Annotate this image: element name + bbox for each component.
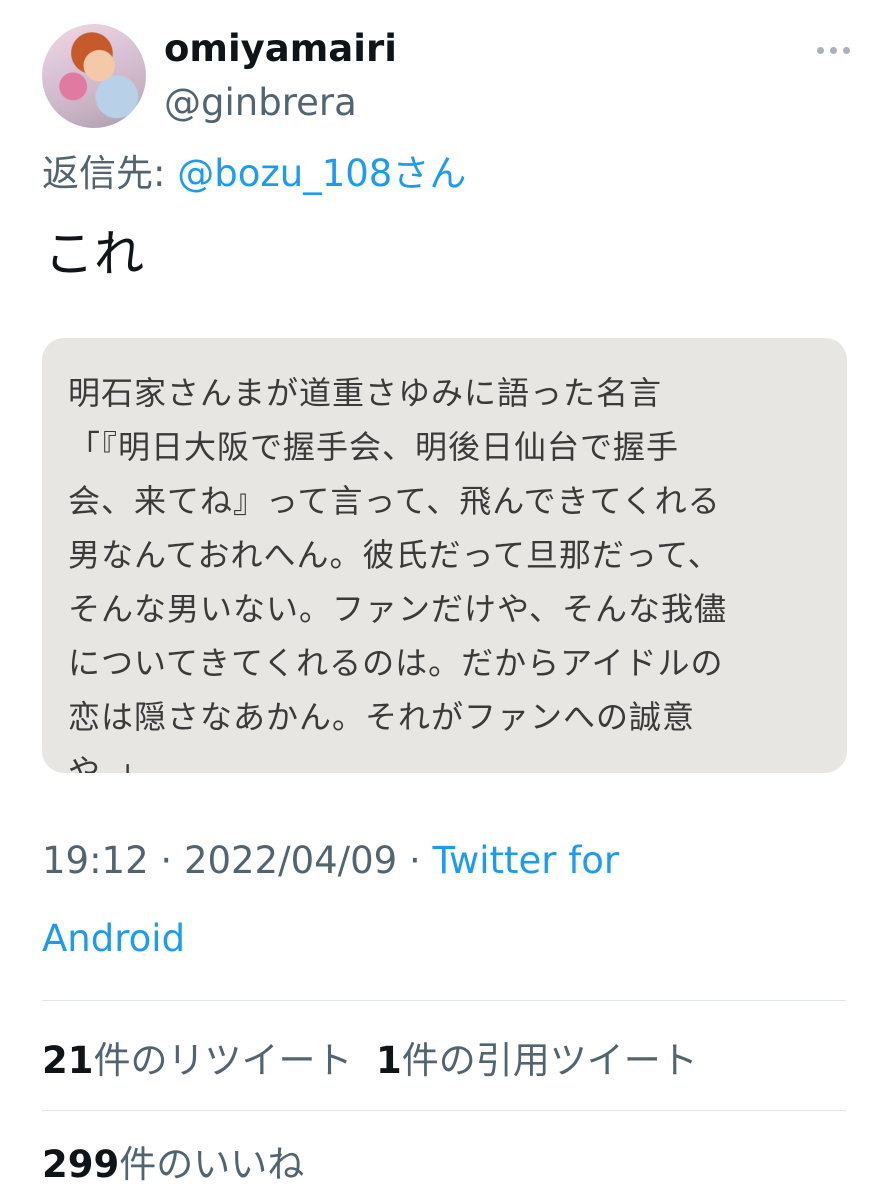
tweet-source-link-cont[interactable]: Android <box>42 914 185 964</box>
retweets-stat[interactable]: 21件のリツイート <box>42 1039 353 1082</box>
divider <box>42 1000 846 1001</box>
retweets-count: 21 <box>42 1039 94 1082</box>
tweet-date[interactable]: 2022/04/09 <box>184 839 397 882</box>
quote-line: 男なんておれへん。彼氏だって旦那だって、 <box>68 536 721 574</box>
more-horizontal-icon[interactable] <box>808 40 858 60</box>
tweet-source-link[interactable]: Twitter for <box>433 839 620 882</box>
meta-separator: · <box>148 839 184 882</box>
quote-line: そんな男いない。ファンだけや、そんな我儘 <box>68 590 728 628</box>
quote-line: 「『明日大阪で握手会、明後日仙台で握手 <box>68 428 680 466</box>
quotes-label: 件の引用ツイート <box>401 1039 698 1082</box>
tweet-time[interactable]: 19:12 <box>42 839 149 882</box>
avatar[interactable] <box>42 24 146 128</box>
quote-line: 明石家さんまが道重さゆみに語った名言 <box>68 374 663 412</box>
retweets-label: 件のリツイート <box>93 1039 353 1082</box>
author-handle[interactable]: @ginbrera <box>164 80 357 126</box>
quote-line: 会、来てね』って言って、飛んできてくれる <box>68 482 721 520</box>
quotes-count: 1 <box>376 1039 402 1082</box>
meta-separator: · <box>397 839 433 882</box>
image-quote-text: 明石家さんまが道重さゆみに語った名言 「『明日大阪で握手会、明後日仙台で握手 会… <box>68 366 727 773</box>
reply-to-mention[interactable]: @bozu_108さん <box>177 152 466 195</box>
author-display-name[interactable]: omiyamairi <box>164 26 397 72</box>
tweet-text: これ <box>44 225 144 283</box>
quote-line: や。」 <box>68 752 151 773</box>
likes-count: 299 <box>42 1143 120 1186</box>
tweet-image[interactable]: 明石家さんまが道重さゆみに語った名言 「『明日大阪で握手会、明後日仙台で握手 会… <box>42 338 847 773</box>
likes-stat[interactable]: 299件のいいね <box>42 1140 304 1190</box>
reply-to-prefix: 返信先: <box>42 152 178 195</box>
quotes-stat[interactable]: 1件の引用ツイート <box>376 1039 698 1082</box>
quote-line: についてきてくれるのは。だからアイドルの <box>68 644 724 682</box>
reply-to-line: 返信先: @bozu_108さん <box>42 150 466 198</box>
likes-label: 件のいいね <box>119 1143 305 1186</box>
engagement-stats: 21件のリツイート 1件の引用ツイート <box>42 1036 698 1086</box>
tweet-meta: 19:12 · 2022/04/09 · Twitter for <box>42 836 619 886</box>
divider <box>42 1110 846 1111</box>
quote-line: 恋は隠さなあかん。それがファンへの誠意 <box>68 698 696 736</box>
